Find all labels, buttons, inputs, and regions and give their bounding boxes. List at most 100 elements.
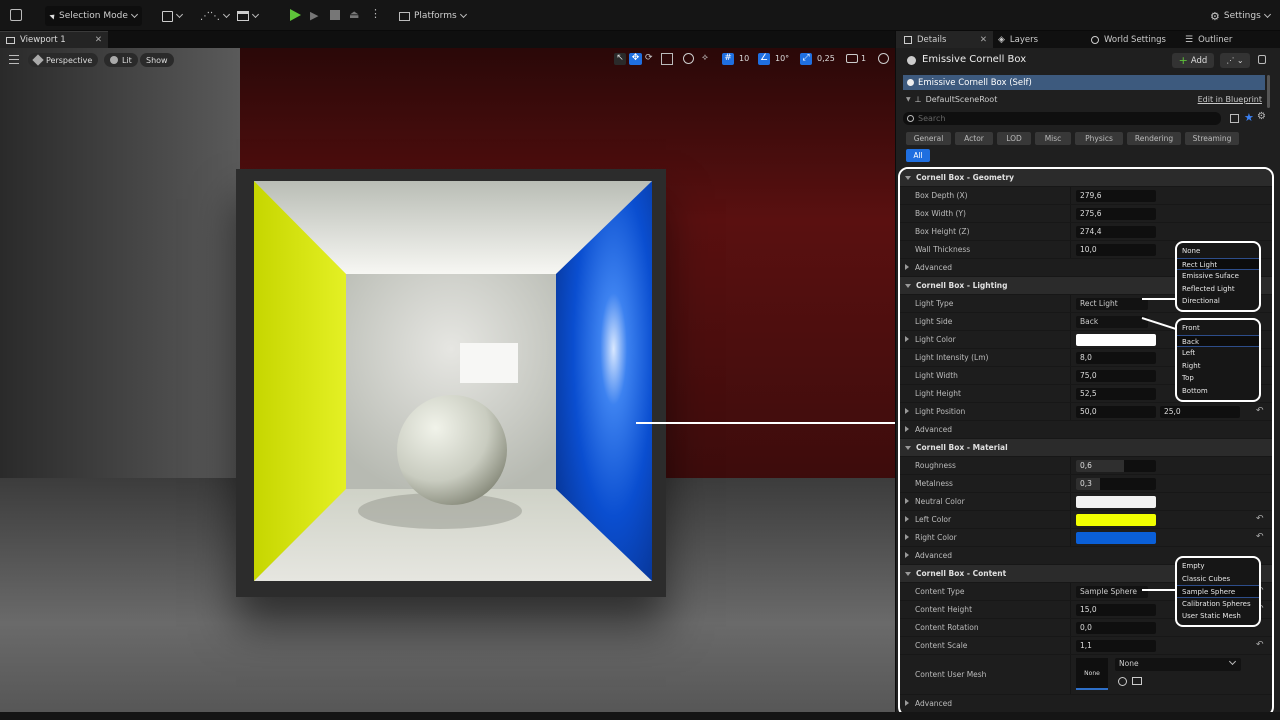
play-icon[interactable] [290, 9, 301, 21]
component-root-item[interactable]: ▼ ⊥ DefaultSceneRoot Edit in Blueprint [906, 92, 1266, 106]
eject-icon[interactable]: ⏏ [349, 8, 359, 21]
light-type-option[interactable]: Emissive Suface [1177, 270, 1259, 283]
viewport-layout-icon[interactable] [878, 53, 889, 64]
light-type-option[interactable]: Directional [1177, 295, 1259, 308]
box-depth-input[interactable]: 279,6 [1076, 190, 1156, 202]
wall-thickness-input[interactable]: 10,0 [1076, 244, 1156, 256]
camera-speed-icon[interactable] [846, 54, 858, 63]
neutral-color-swatch[interactable] [1076, 496, 1156, 508]
content-rotation-input[interactable]: 0,0 [1076, 622, 1156, 634]
cornell-box-interior[interactable] [254, 181, 652, 581]
reset-arrow-icon[interactable]: ↶ [1256, 532, 1264, 542]
light-position-y-input[interactable]: 25,0 [1160, 406, 1240, 418]
component-self-item[interactable]: Emissive Cornell Box (Self) [903, 75, 1265, 90]
tab-outliner[interactable]: ☰ Outliner [1185, 31, 1232, 48]
close-icon[interactable]: ✕ [980, 35, 987, 45]
translate-tool-icon[interactable]: ✥ [629, 53, 642, 65]
tab-layers[interactable]: ◈ Layers [998, 31, 1038, 48]
filter-lod[interactable]: LOD [997, 132, 1031, 145]
content-type-option[interactable]: Empty [1177, 560, 1259, 573]
step-icon[interactable]: ▶︎ [310, 9, 321, 22]
mesh-thumbnail[interactable]: None [1076, 658, 1108, 690]
blueprint-options-button[interactable]: ⋰ ⌄ [1220, 53, 1250, 68]
settings-button[interactable]: ⚙ Settings [1210, 6, 1271, 26]
light-height-input[interactable]: 52,5 [1076, 388, 1156, 400]
light-intensity-input[interactable]: 8,0 [1076, 352, 1156, 364]
expand-chevron-icon[interactable] [905, 516, 909, 522]
light-side-option[interactable]: Left [1177, 347, 1259, 360]
light-type-select[interactable]: Rect Light [1076, 298, 1148, 310]
content-type-option[interactable]: User Static Mesh [1177, 610, 1259, 623]
actor-name[interactable]: Emissive Cornell Box [922, 54, 1026, 65]
tab-viewport-1[interactable]: Viewport 1 ✕ [0, 31, 108, 48]
content-type-option[interactable]: Sample Sphere [1177, 585, 1259, 598]
light-type-option[interactable]: Reflected Light [1177, 283, 1259, 296]
grid-snap-value[interactable]: 10 [739, 54, 749, 63]
light-type-option[interactable]: Rect Light [1177, 257, 1259, 271]
filter-streaming[interactable]: Streaming [1185, 132, 1239, 145]
expand-chevron-icon[interactable] [905, 534, 909, 540]
expand-chevron-icon[interactable] [905, 336, 909, 342]
light-side-select[interactable]: Back [1076, 316, 1148, 328]
content-scale-input[interactable]: 1,1 [1076, 640, 1156, 652]
perspective-button[interactable]: Perspective [28, 53, 99, 67]
light-type-option[interactable]: None [1177, 245, 1259, 258]
light-side-option[interactable]: Front [1177, 322, 1259, 335]
box-height-input[interactable]: 274,4 [1076, 226, 1156, 238]
expand-chevron-icon[interactable] [905, 498, 909, 504]
light-side-option[interactable]: Back [1177, 334, 1259, 348]
filter-actor[interactable]: Actor [955, 132, 993, 145]
world-icon[interactable] [683, 53, 694, 64]
section-material[interactable]: Cornell Box - Material [900, 439, 1272, 457]
content-type-select[interactable]: Sample Sphere [1076, 586, 1148, 598]
reset-arrow-icon[interactable]: ↶ [1256, 514, 1264, 524]
light-side-option[interactable]: Bottom [1177, 385, 1259, 398]
tab-details[interactable]: Details ✕ [896, 31, 993, 48]
stop-icon[interactable] [330, 10, 340, 20]
select-tool-icon[interactable]: ↖ [614, 53, 626, 65]
surface-snap-icon[interactable]: ⟡ [702, 53, 708, 63]
advanced-lighting[interactable]: Advanced [900, 421, 1272, 439]
scale-snap-value[interactable]: 0,25 [817, 54, 835, 63]
advanced-content[interactable]: Advanced [900, 695, 1272, 713]
more-options-icon[interactable]: ⋮ [370, 7, 381, 20]
grid-snap-icon[interactable]: # [722, 53, 734, 65]
scale-tool-icon[interactable] [661, 53, 673, 65]
filter-rendering[interactable]: Rendering [1127, 132, 1181, 145]
lit-button[interactable]: Lit [104, 53, 138, 67]
content-type-option[interactable]: Calibration Spheres [1177, 598, 1259, 611]
star-icon[interactable]: ★ [1244, 111, 1254, 124]
filter-misc[interactable]: Misc [1035, 132, 1071, 145]
light-side-option[interactable]: Top [1177, 372, 1259, 385]
scrollbar[interactable] [1267, 75, 1270, 108]
cinematics-button[interactable] [237, 6, 260, 26]
light-width-input[interactable]: 75,0 [1076, 370, 1156, 382]
filter-all[interactable]: All [906, 149, 930, 162]
filter-general[interactable]: General [906, 132, 951, 145]
add-actor-button[interactable] [162, 6, 184, 26]
metalness-slider[interactable]: 0,3 [1076, 478, 1156, 490]
rotation-snap-icon[interactable]: ∠ [758, 53, 770, 65]
right-color-swatch[interactable] [1076, 532, 1156, 544]
roughness-slider[interactable]: 0,6 [1076, 460, 1156, 472]
edit-in-blueprint-link[interactable]: Edit in Blueprint [1198, 95, 1262, 104]
reset-arrow-icon[interactable]: ↶ [1256, 406, 1264, 416]
selection-mode-button[interactable]: Selection Mode [45, 6, 142, 26]
expand-chevron-icon[interactable] [905, 408, 909, 414]
rotation-snap-value[interactable]: 10° [775, 54, 789, 63]
camera-speed-value[interactable]: 1 [861, 54, 866, 63]
light-color-swatch[interactable] [1076, 334, 1156, 346]
lock-icon[interactable] [1258, 55, 1266, 64]
hamburger-icon[interactable] [9, 55, 19, 64]
reset-arrow-icon[interactable]: ↶ [1256, 640, 1264, 650]
light-side-option[interactable]: Right [1177, 360, 1259, 373]
show-button[interactable]: Show [140, 53, 174, 67]
section-geometry[interactable]: Cornell Box - Geometry [900, 169, 1272, 187]
filter-physics[interactable]: Physics [1075, 132, 1123, 145]
left-color-swatch[interactable] [1076, 514, 1156, 526]
light-position-x-input[interactable]: 50,0 [1076, 406, 1156, 418]
add-component-button[interactable]: + Add [1172, 53, 1214, 68]
gear-icon[interactable]: ⚙ [1257, 111, 1266, 122]
content-type-option[interactable]: Classic Cubes [1177, 573, 1259, 586]
close-icon[interactable]: ✕ [95, 35, 102, 45]
